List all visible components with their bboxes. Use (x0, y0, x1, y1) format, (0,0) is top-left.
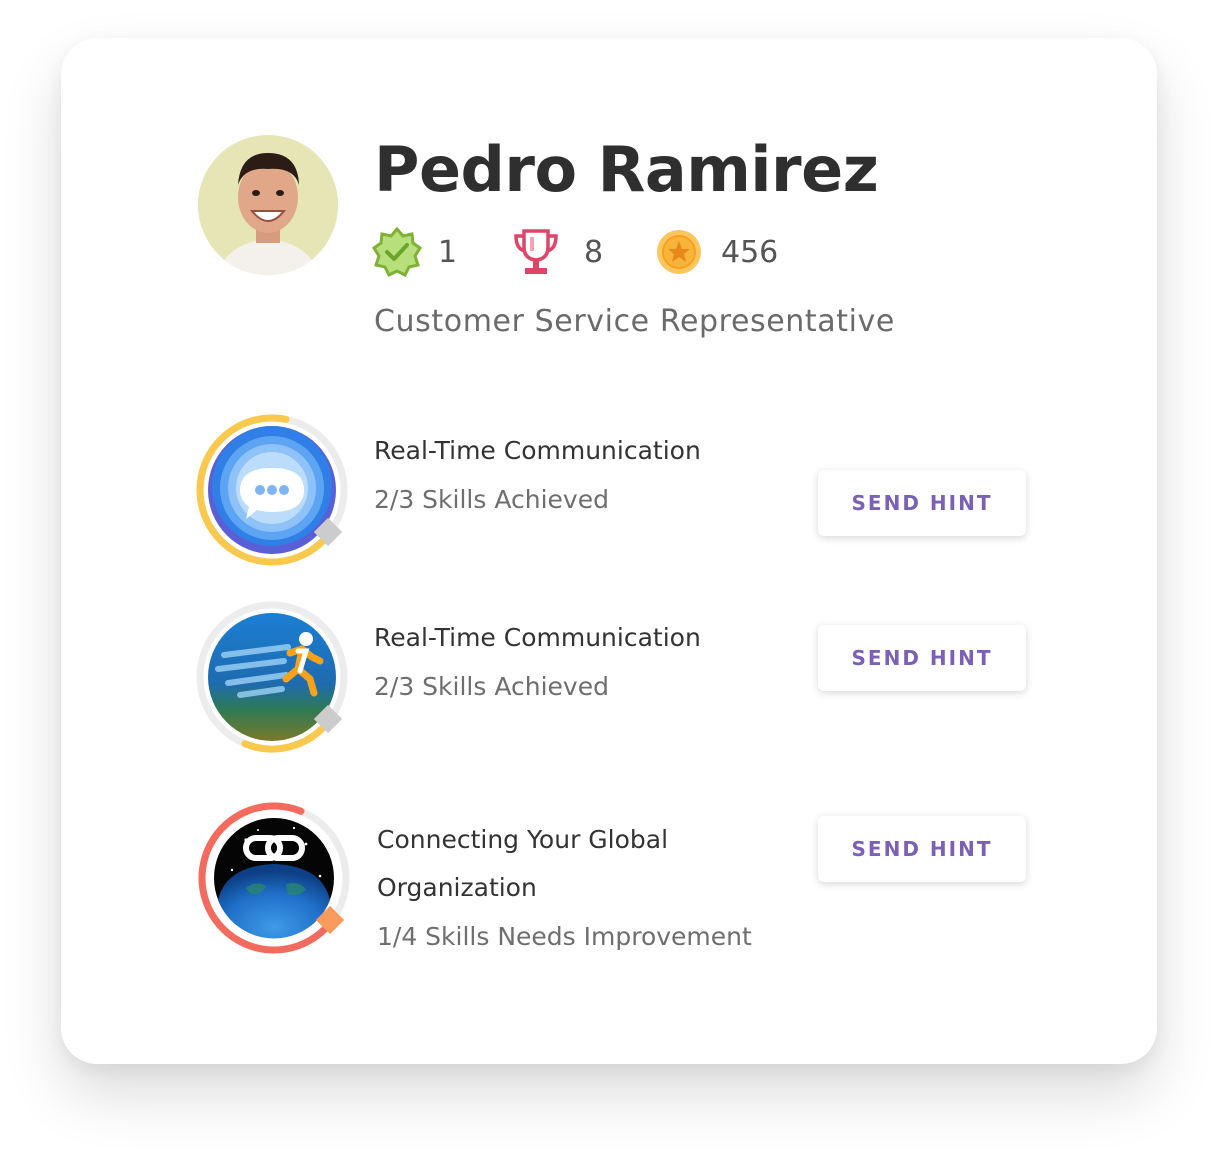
running-figure-icon (196, 601, 348, 753)
points-stat: 456 (655, 226, 778, 278)
course-badge-1 (194, 412, 350, 572)
send-hint-button-1[interactable]: SEND HINT (818, 470, 1026, 536)
profile-name: Pedro Ramirez (374, 133, 879, 206)
avatar (198, 135, 338, 275)
course-title-3-line2: Organization (377, 873, 537, 902)
trophy-count: 8 (584, 234, 604, 270)
badge-count: 1 (438, 234, 458, 270)
trophy-icon (514, 229, 558, 274)
course-status-2: 2/3 Skills Achieved (374, 672, 609, 701)
globe-link-icon (198, 802, 350, 954)
course-status-3: 1/4 Skills Needs Improvement (377, 922, 752, 951)
course-title-2: Real-Time Communication (374, 623, 701, 652)
send-hint-button-3[interactable]: SEND HINT (818, 816, 1026, 882)
course-badge-3 (196, 800, 352, 960)
chat-bubble-icon (196, 414, 348, 566)
avatar-photo (198, 135, 338, 275)
profile-role: Customer Service Representative (374, 304, 895, 339)
star-coin-icon (657, 230, 701, 274)
trophy-count-stat: 8 (512, 226, 603, 278)
verified-badge-icon (372, 227, 422, 277)
points-count: 456 (721, 234, 779, 270)
send-hint-button-2[interactable]: SEND HINT (818, 625, 1026, 691)
course-status-1: 2/3 Skills Achieved (374, 485, 609, 514)
course-title-3-line1: Connecting Your Global (377, 825, 669, 854)
course-title-1: Real-Time Communication (374, 436, 701, 465)
profile-card: Pedro Ramirez 1 8 456 Customer Service R… (61, 38, 1157, 1064)
course-badge-2 (194, 599, 350, 759)
badge-count-stat: 1 (372, 226, 457, 278)
